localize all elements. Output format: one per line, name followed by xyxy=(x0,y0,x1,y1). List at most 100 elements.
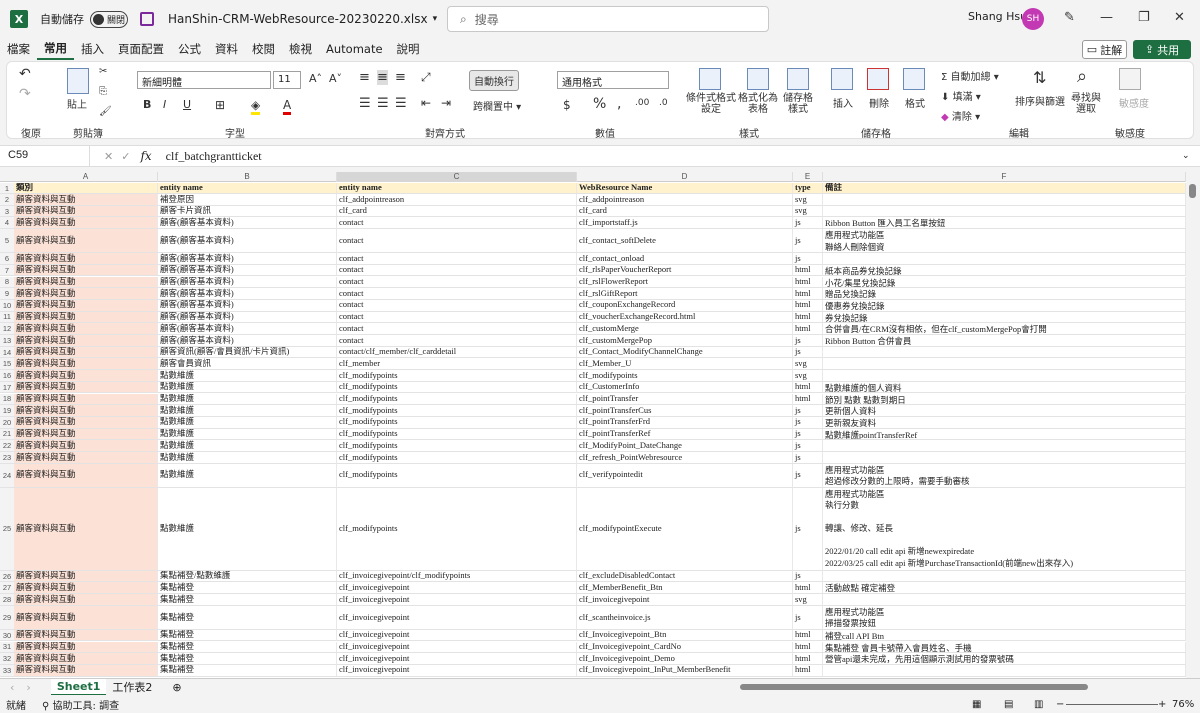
table-cell[interactable]: clf_invoicegivepoint xyxy=(337,582,577,595)
row-header[interactable]: 4 xyxy=(0,217,14,230)
row-header[interactable]: 15 xyxy=(0,358,14,371)
row-header[interactable]: 31 xyxy=(0,641,14,654)
row-header[interactable]: 30 xyxy=(0,629,14,642)
table-cell[interactable]: clf_customMerge xyxy=(577,323,793,335)
undo-icon[interactable]: ↶ xyxy=(19,66,31,82)
sensitivity-icon[interactable] xyxy=(1119,68,1141,90)
table-cell[interactable]: 活動啟點 確定補登 xyxy=(823,582,1186,595)
header-cell[interactable]: 類別 xyxy=(14,183,158,194)
row-header[interactable]: 25 xyxy=(0,487,14,571)
row-header[interactable]: 7 xyxy=(0,264,14,277)
table-cell[interactable] xyxy=(823,358,1186,371)
find-icon[interactable]: ⌕ xyxy=(1077,66,1087,87)
table-cell[interactable]: js xyxy=(793,428,823,441)
table-cell[interactable]: contact xyxy=(337,264,577,277)
table-cell[interactable] xyxy=(823,370,1186,382)
table-cell[interactable]: 顧客資料與互動 xyxy=(14,217,158,230)
table-cell[interactable] xyxy=(823,594,1186,606)
next-sheet-icon[interactable]: › xyxy=(26,681,30,694)
shrink-font-icon[interactable]: A˅ xyxy=(329,72,342,85)
row-header[interactable]: 2 xyxy=(0,194,14,206)
table-cell[interactable]: js xyxy=(793,440,823,452)
table-cell[interactable]: 顧客資料與互動 xyxy=(14,463,158,488)
table-cell[interactable]: clf_modifypoints xyxy=(337,370,577,382)
table-cell[interactable]: clf_modifypoints xyxy=(337,463,577,488)
row-header[interactable]: 28 xyxy=(0,594,14,606)
table-cell[interactable]: 顧客資料與互動 xyxy=(14,288,158,300)
table-cell[interactable]: 集點補登 會員卡號帶入會員姓名、手機 xyxy=(823,641,1186,654)
table-cell[interactable]: contact xyxy=(337,335,577,347)
table-cell[interactable]: 顧客資料與互動 xyxy=(14,416,158,429)
table-cell[interactable]: clf_rslFlowerReport xyxy=(577,276,793,289)
table-cell[interactable]: contact/clf_member/clf_carddetail xyxy=(337,346,577,359)
row-header[interactable]: 10 xyxy=(0,299,14,312)
horizontal-scrollbar[interactable] xyxy=(740,684,1088,690)
table-cell[interactable]: 顧客(顧客基本資料) xyxy=(158,276,337,289)
table-cell[interactable]: 應用程式功能區 超過修改分數的上限時，需要手動審核 xyxy=(823,463,1186,488)
table-cell[interactable]: clf_modifypoints xyxy=(337,381,577,394)
table-cell[interactable]: 節別 點數 點數到期日 xyxy=(823,393,1186,406)
row-header[interactable]: 5 xyxy=(0,229,14,254)
table-cell[interactable]: 顧客資料與互動 xyxy=(14,641,158,654)
delete-label[interactable]: 刪除 xyxy=(869,95,889,110)
grow-font-icon[interactable]: A˄ xyxy=(309,72,322,85)
table-cell[interactable]: 小花/集星兌換記錄 xyxy=(823,276,1186,289)
row-header[interactable]: 22 xyxy=(0,440,14,452)
close-icon[interactable]: ✕ xyxy=(1174,10,1185,25)
table-cell[interactable]: 顧客資料與互動 xyxy=(14,253,158,265)
table-cell[interactable]: 點數維護pointTransferRef xyxy=(823,428,1186,441)
table-cell[interactable]: 顧客(顧客基本資料) xyxy=(158,299,337,312)
table-cell[interactable]: 顧客資料與互動 xyxy=(14,229,158,254)
table-cell[interactable]: clf_scantheinvoice.js xyxy=(577,605,793,630)
fill-button[interactable]: ⬇ 填滿 ▾ xyxy=(941,88,981,103)
table-cell[interactable]: clf_modifypoints xyxy=(337,393,577,406)
table-cell[interactable]: 顧客資料與互動 xyxy=(14,299,158,312)
table-cell[interactable]: js xyxy=(793,463,823,488)
table-cell[interactable]: clf_modifypoints xyxy=(337,416,577,429)
table-cell[interactable]: 點數維護 xyxy=(158,428,337,441)
table-cell[interactable]: 贈品兌換記錄 xyxy=(823,288,1186,300)
copy-icon[interactable]: ⎘ xyxy=(99,86,107,97)
row-header[interactable]: 8 xyxy=(0,276,14,289)
table-cell[interactable]: clf_invoicegivepoint xyxy=(337,664,577,677)
table-cell[interactable]: 顧客資料與互動 xyxy=(14,405,158,417)
table-cell[interactable]: clf_invoicegivepoint xyxy=(337,641,577,654)
pen-icon[interactable]: ✎ xyxy=(1064,10,1075,25)
chevron-down-icon[interactable]: ▾ xyxy=(433,14,438,24)
row-header[interactable]: 29 xyxy=(0,605,14,630)
restore-icon[interactable]: ❐ xyxy=(1138,10,1150,25)
avatar[interactable]: SH xyxy=(1022,8,1044,30)
row-header[interactable]: 16 xyxy=(0,370,14,382)
table-cell[interactable]: 集點補登 xyxy=(158,653,337,665)
table-cell[interactable]: 點數維護 xyxy=(158,393,337,406)
row-header[interactable]: 23 xyxy=(0,452,14,464)
table-cell[interactable]: 顧客資料與互動 xyxy=(14,664,158,677)
table-cell[interactable]: html xyxy=(793,641,823,654)
column-header-B[interactable]: B xyxy=(158,172,337,182)
tab-8[interactable]: Automate xyxy=(319,38,390,60)
row-header[interactable]: 32 xyxy=(0,653,14,665)
table-cell[interactable]: 集點補登 xyxy=(158,629,337,642)
conditional-format-label[interactable]: 條件式格式設定 xyxy=(685,93,737,115)
delete-cells-icon[interactable] xyxy=(867,68,889,90)
font-size-select[interactable]: 11 xyxy=(273,71,301,89)
table-cell[interactable]: 營管api還未完成，先用這個顯示測試用的發票號碼 xyxy=(823,653,1186,665)
table-cell[interactable]: contact xyxy=(337,323,577,335)
table-cell[interactable]: 顧客(顧客基本資料) xyxy=(158,253,337,265)
tab-5[interactable]: 資料 xyxy=(208,38,245,60)
search-box[interactable]: ⌕ 搜尋 xyxy=(447,6,769,32)
table-cell[interactable]: 補登原因 xyxy=(158,194,337,206)
table-cell[interactable]: contact xyxy=(337,276,577,289)
table-cell[interactable]: contact xyxy=(337,288,577,300)
user-name[interactable]: Shang Hsu xyxy=(968,10,1027,23)
table-cell[interactable]: 顧客(顧客基本資料) xyxy=(158,323,337,335)
table-cell[interactable]: html xyxy=(793,323,823,335)
table-cell[interactable]: 應用程式功能區 執行分數 轉讓、修改、延長 2022/01/20 call ed… xyxy=(823,487,1186,571)
table-cell[interactable]: clf_modifypoints xyxy=(577,370,793,382)
insert-label[interactable]: 插入 xyxy=(833,95,853,110)
table-cell[interactable]: 顧客資料與互動 xyxy=(14,653,158,665)
table-cell[interactable]: js xyxy=(793,570,823,583)
table-cell[interactable]: clf_Invoicegivepoint_Btn xyxy=(577,629,793,642)
sheet-tab[interactable]: Sheet1 xyxy=(50,678,107,696)
table-cell[interactable]: 顧客資料與互動 xyxy=(14,428,158,441)
